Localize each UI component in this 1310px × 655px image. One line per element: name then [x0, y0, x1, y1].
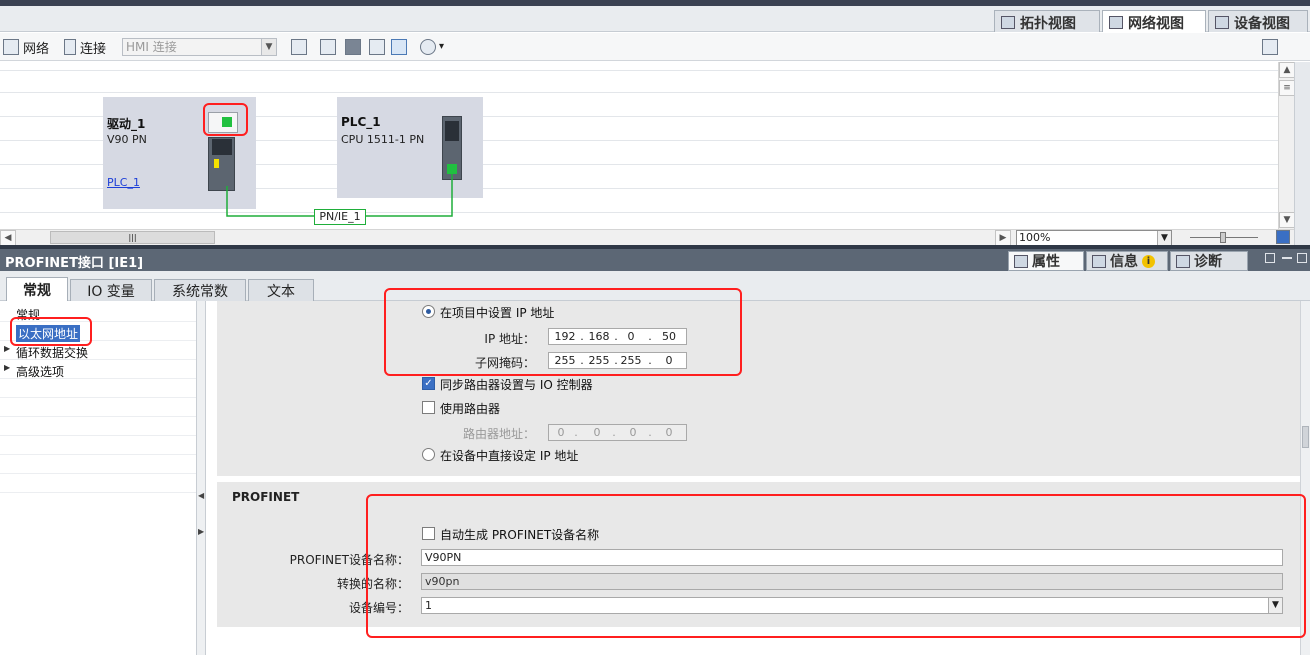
diagnostics-icon: [1176, 254, 1190, 268]
tab-label: 属性: [1032, 254, 1060, 270]
tab-label: 拓扑视图: [1020, 15, 1076, 32]
network-label: 网络: [23, 41, 50, 57]
highlight-ip-settings: [384, 288, 742, 376]
canvas-horizontal-scrollbar[interactable]: ◀ ||| ▶ 100% ▼: [0, 229, 1294, 246]
highlight-profinet-settings: [366, 494, 1306, 638]
sync-router-checkbox[interactable]: ✓: [422, 377, 435, 390]
network-toolbar: 网络 连接 HMI 连接 ▼ ▾: [0, 33, 1310, 61]
set-ip-on-device-label: 在设备中直接设定 IP 地址: [440, 449, 579, 463]
router-address-field: 0 . 0 . 0 . 0: [548, 424, 687, 441]
set-ip-on-device-radio[interactable]: [422, 448, 435, 461]
topology-view-icon: [1001, 16, 1015, 29]
info-icon: [1092, 254, 1106, 268]
router-address-label: 路由器地址：: [462, 427, 535, 441]
tab-properties[interactable]: 属性: [1008, 251, 1084, 271]
grid-icon[interactable]: [369, 39, 385, 55]
zoom-options-icon[interactable]: ▾: [439, 41, 444, 52]
scroll-thumb[interactable]: [1302, 426, 1309, 448]
tab-label: 诊断: [1194, 254, 1222, 270]
connect-button[interactable]: 连接: [64, 38, 107, 57]
address-icon[interactable]: [320, 39, 336, 55]
restore-icon[interactable]: [1265, 253, 1275, 263]
tab-network-view[interactable]: 网络视图: [1102, 10, 1206, 32]
expand-right-icon[interactable]: ▶: [198, 527, 204, 539]
scroll-right-button[interactable]: ▶: [995, 230, 1011, 246]
collapse-left-icon[interactable]: ◀: [198, 491, 204, 503]
subnet-line[interactable]: [0, 62, 1278, 229]
router-octet: 0: [629, 426, 637, 439]
scroll-up-button[interactable]: ▲: [1279, 62, 1295, 78]
connection-type-select[interactable]: HMI 连接 ▼: [122, 38, 277, 56]
subtab-general[interactable]: 常规: [6, 277, 68, 301]
expand-arrow-icon[interactable]: ▶: [4, 344, 10, 353]
network-icon: [3, 39, 19, 55]
tab-diagnostics[interactable]: 诊断: [1170, 251, 1248, 271]
info-badge-icon: i: [1142, 254, 1155, 268]
network-view-icon: [1109, 16, 1123, 29]
router-octet: 0: [593, 426, 601, 439]
nav-item-advanced-options[interactable]: ▶ 高级选项: [0, 360, 196, 379]
network-canvas[interactable]: 驱动_1 V90 PN PLC_1 PLC_1 CPU 1511-1 PN PN…: [0, 62, 1278, 229]
tab-label: 设备视图: [1234, 15, 1290, 32]
network-button[interactable]: 网络: [3, 38, 50, 57]
view-tab-bar: 拓扑视图 网络视图 设备视图: [0, 6, 1310, 32]
overview-icon[interactable]: [1276, 230, 1290, 244]
zoom-icon[interactable]: [420, 39, 436, 55]
subtab-io-tags[interactable]: IO 变量: [70, 279, 152, 301]
use-router-checkbox[interactable]: [422, 401, 435, 414]
scroll-thumb[interactable]: ≡: [1279, 80, 1295, 96]
zoom-select[interactable]: 100% ▼: [1016, 230, 1172, 246]
nav-label: 循环数据交换: [16, 346, 89, 360]
use-router-label: 使用路由器: [440, 402, 501, 416]
tab-device-view[interactable]: 设备视图: [1208, 10, 1308, 32]
connection-type-value: HMI 连接: [126, 40, 177, 54]
subnet-label[interactable]: PN/IE_1: [314, 209, 366, 225]
subtab-system-constants[interactable]: 系统常数: [154, 279, 246, 301]
connect-label: 连接: [80, 41, 107, 57]
scroll-left-button[interactable]: ◀: [0, 230, 16, 246]
ip-protocol-panel: 在项目中设置 IP 地址 IP 地址： 192 . 168 . 0 . 50 子…: [217, 301, 1300, 476]
nav-splitter[interactable]: ◀ ▶: [196, 301, 206, 655]
scroll-down-button[interactable]: ▼: [1279, 212, 1295, 228]
device-name-icon[interactable]: [291, 39, 307, 55]
zoom-value: 100%: [1019, 231, 1051, 244]
router-octet: 0: [557, 426, 565, 439]
maximize-icon[interactable]: [1297, 253, 1307, 263]
highlight-port: [203, 103, 248, 136]
chevron-down-icon: ▼: [1157, 231, 1171, 245]
task-card-strip[interactable]: [1294, 62, 1310, 245]
highlight-nav: [10, 317, 92, 346]
inspector-nav-tree: 常规 以太网地址 ▶ 循环数据交换 ▶ 高级选项: [0, 301, 196, 655]
subtab-texts[interactable]: 文本: [248, 279, 314, 301]
inspector-title: PROFINET接口 [IE1]: [5, 256, 144, 271]
sync-router-label: 同步路由器设置与 IO 控制器: [440, 378, 593, 392]
zoom-slider-handle[interactable]: [1220, 232, 1226, 243]
minimize-icon[interactable]: [1282, 257, 1292, 259]
table-view-icon[interactable]: [391, 39, 407, 55]
tab-label: 信息: [1110, 254, 1138, 270]
connect-icon: [64, 39, 76, 55]
properties-icon: [1014, 254, 1028, 268]
panel-options-icon[interactable]: [1262, 39, 1278, 55]
expand-arrow-icon[interactable]: ▶: [4, 363, 10, 372]
scroll-thumb[interactable]: |||: [50, 231, 215, 244]
nav-label: 高级选项: [16, 365, 65, 379]
canvas-vertical-scrollbar[interactable]: ▲ ≡ ▼: [1278, 62, 1295, 229]
chevron-down-icon: ▼: [261, 39, 276, 55]
inspector-header: PROFINET接口 [IE1] 属性 信息 i 诊断: [0, 249, 1310, 271]
profinet-heading: PROFINET: [232, 490, 300, 504]
tab-topology-view[interactable]: 拓扑视图: [994, 10, 1100, 32]
device-view-icon: [1215, 16, 1229, 29]
router-octet: 0: [665, 426, 673, 439]
module-icon[interactable]: [345, 39, 361, 55]
tab-label: 网络视图: [1128, 15, 1184, 32]
tab-info[interactable]: 信息 i: [1086, 251, 1168, 271]
